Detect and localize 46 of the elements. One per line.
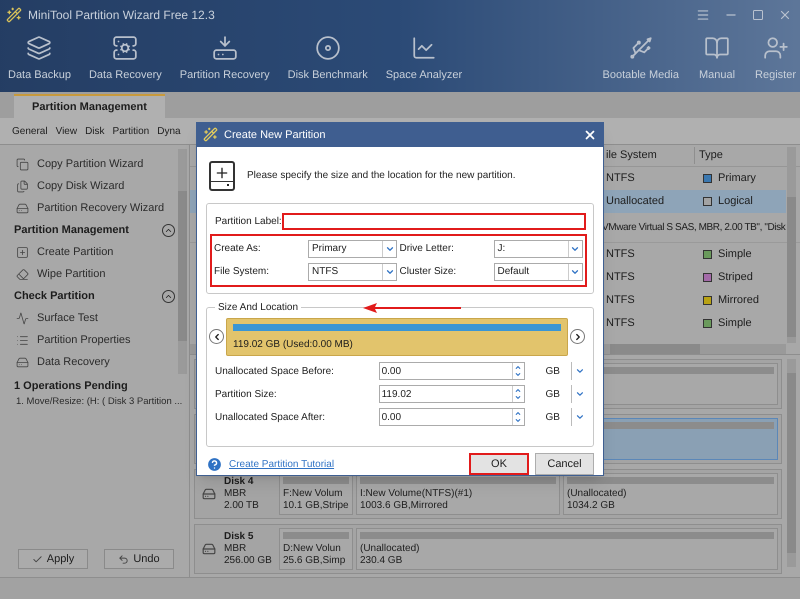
table-cell-text: Logical — [717, 194, 753, 210]
dialog-message: Please specify the size and the location for the new partition. — [247, 169, 516, 184]
partition-info: F:New Volum — [283, 488, 344, 500]
table-cell-text: Unallocated — [605, 194, 666, 210]
field-label: Drive Letter: — [400, 242, 455, 256]
table-cell-text: Mirrored — [717, 293, 759, 308]
table-cell-text: Simple — [717, 316, 752, 332]
disk-info: 2.00 TB — [224, 500, 259, 512]
table-cell-text: NTFS — [605, 171, 636, 186]
dialog-title: Create New Partition — [224, 128, 326, 143]
partition-info: (Unallocated) — [360, 543, 420, 555]
disk-info: 256.00 GB — [224, 555, 272, 567]
unit-label: GB — [546, 388, 561, 402]
partition-size-text: 119.02 GB (Used:0.00 MB) — [233, 338, 354, 352]
table-cell-text: Striped — [717, 270, 753, 286]
partition-info: 10.1 GB,Stripe — [283, 500, 349, 512]
partition-info: 230.4 GB — [360, 555, 404, 567]
field-label: Partition Label: — [215, 215, 282, 230]
partition-info: 1034.2 GB — [567, 500, 616, 512]
partition-info: 1003.6 GB,Mirrored — [360, 500, 449, 512]
section-title: Check Partition — [13, 288, 96, 304]
disk-info: MBR — [224, 488, 248, 500]
section-title: 1 Operations Pending — [13, 378, 129, 394]
disk-name: Disk 4 — [224, 476, 254, 488]
partition-info: (Unallocated) — [567, 488, 628, 500]
field-label: Create As: — [214, 242, 262, 256]
table-cell-text: Primary — [717, 171, 756, 186]
table-cell-text: NTFS — [605, 293, 636, 308]
table-cell-text: Simple — [717, 247, 752, 262]
partition-info: I:New Volume(NTFS)(#1) — [360, 488, 474, 500]
disk-name: Disk 5 — [224, 531, 254, 543]
partition-info: D:New Volun — [283, 543, 342, 555]
partition-info: 25.6 GB,Simp — [283, 555, 346, 567]
field-label: Partition Size: — [215, 388, 278, 402]
table-cell-text: NTFS — [605, 247, 636, 262]
field-label: Unallocated Space Before: — [215, 364, 335, 379]
unit-label: GB — [546, 364, 561, 379]
field-label: Unallocated Space After: — [215, 410, 326, 425]
section-title: Partition Management — [13, 222, 130, 238]
window-title: MiniTool Partition Wizard Free 12.3 — [28, 7, 215, 24]
table-cell-text: NTFS — [605, 270, 636, 286]
field-label: Cluster Size: — [400, 265, 458, 280]
unit-label: GB — [546, 410, 561, 425]
disk-info: MBR — [224, 543, 248, 555]
field-label: File System: — [214, 265, 270, 280]
table-cell-text: NTFS — [605, 316, 636, 332]
